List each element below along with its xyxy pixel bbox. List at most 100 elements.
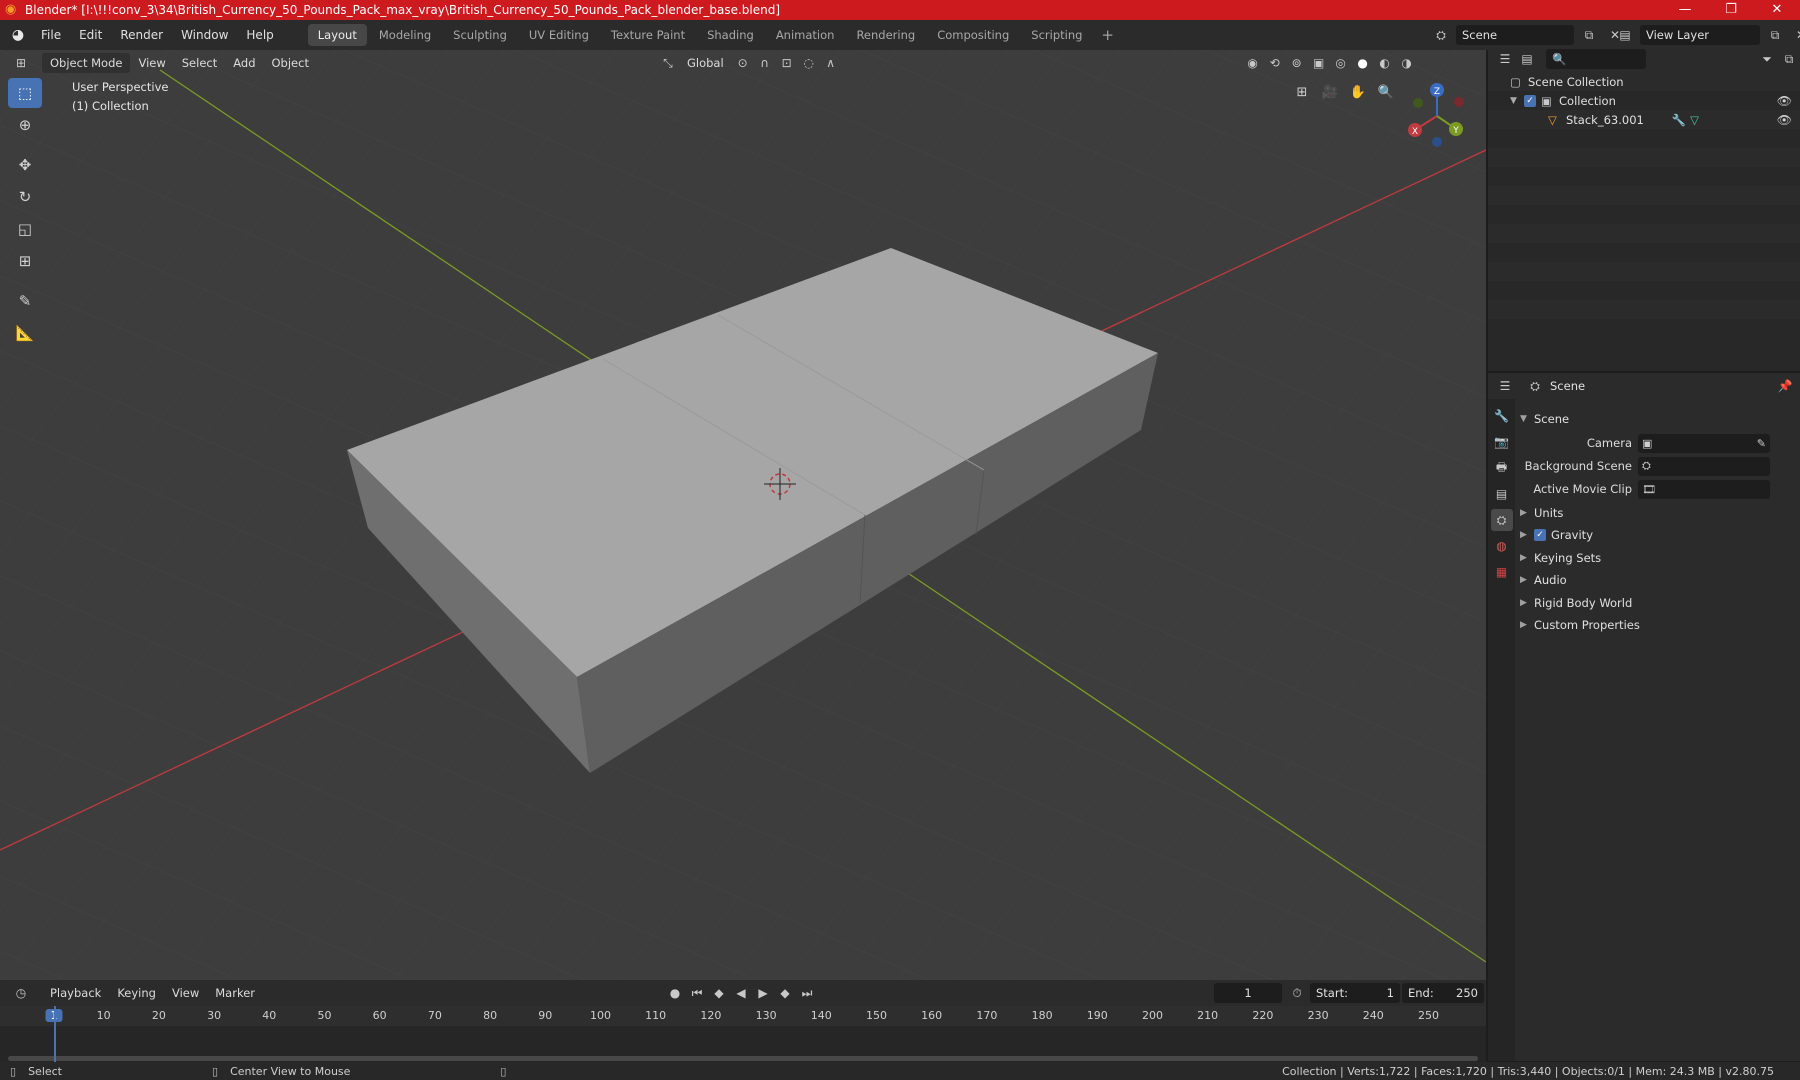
menu-help[interactable]: Help [237, 20, 282, 50]
record-icon[interactable]: ● [664, 983, 686, 1003]
editor-type-icon[interactable]: ⊞ [10, 53, 32, 73]
timeline-menu-playback[interactable]: Playback [42, 983, 109, 1003]
add-workspace-icon[interactable]: + [1093, 26, 1122, 44]
outliner-search-input[interactable]: 🔍 [1546, 49, 1646, 69]
outliner-editor-type-icon[interactable]: ☰ [1494, 49, 1516, 69]
timeline-menu-keying[interactable]: Keying [109, 983, 164, 1003]
keying-sets-panel[interactable]: ▶ Keying Sets [1520, 548, 1796, 568]
scene-selector[interactable]: Scene [1456, 25, 1574, 45]
jump-end-icon[interactable]: ⏭ [796, 983, 818, 1003]
measure-tool-icon[interactable]: 📐 [8, 318, 42, 348]
3d-viewport[interactable]: X Y Z ⊞ Object Mode View Select Add Obje… [0, 50, 1486, 980]
tab-shading[interactable]: Shading [697, 24, 764, 46]
zoom-view-icon[interactable]: 🔍 [1374, 80, 1398, 104]
view-layer-tab-icon[interactable]: ▤ [1491, 483, 1513, 505]
tab-animation[interactable]: Animation [766, 24, 845, 46]
new-scene-icon[interactable]: ⧉ [1578, 25, 1600, 45]
outliner-row-stack-object[interactable]: ▽ Stack_63.001 🔧 ▽ 👁 [1488, 110, 1800, 129]
select-box-tool-icon[interactable]: ⬚ [8, 78, 42, 108]
blender-logo-icon[interactable]: ◕ [10, 27, 26, 43]
viewport-menu-object[interactable]: Object [264, 53, 317, 73]
prev-keyframe-icon[interactable]: ◆ [708, 983, 730, 1003]
transform-tool-icon[interactable]: ⊞ [8, 246, 42, 276]
pan-view-icon[interactable]: ✋ [1346, 80, 1370, 104]
rigid-body-world-panel[interactable]: ▶ Rigid Body World [1520, 593, 1796, 613]
filter-icon[interactable]: ⏷ [1756, 49, 1778, 69]
pin-icon[interactable]: 📌 [1774, 376, 1796, 396]
annotate-tool-icon[interactable]: ✎ [8, 286, 42, 316]
object-visibility-eye-icon[interactable]: 👁 [1777, 113, 1792, 127]
menu-render[interactable]: Render [111, 20, 172, 50]
tab-rendering[interactable]: Rendering [846, 24, 925, 46]
viewport-menu-add[interactable]: Add [225, 53, 263, 73]
units-panel[interactable]: ▶ Units [1520, 503, 1796, 523]
render-tab-icon[interactable]: 📷 [1491, 431, 1513, 453]
transform-orientation-dropdown[interactable]: Global [679, 53, 732, 73]
background-scene-field[interactable]: ⛭ [1638, 456, 1770, 476]
visibility-icon[interactable]: ◉ [1242, 53, 1264, 73]
play-reverse-icon[interactable]: ◀ [730, 983, 752, 1003]
view-layer-browse-icon[interactable]: ▤ [1614, 25, 1636, 45]
camera-field[interactable]: ▣ ✎ [1638, 433, 1770, 453]
move-tool-icon[interactable]: ✥ [8, 150, 42, 180]
current-frame-field[interactable]: 1 [1214, 983, 1282, 1003]
collection-checkbox[interactable]: ✓ [1524, 94, 1536, 107]
new-view-layer-icon[interactable]: ⧉ [1764, 25, 1786, 45]
play-icon[interactable]: ▶ [752, 983, 774, 1003]
eyedropper-icon[interactable]: ✎ [1757, 437, 1766, 450]
gizmos-toggle-icon[interactable]: ⟲ [1264, 53, 1286, 73]
proportional-edit-icon[interactable]: ◌ [798, 53, 820, 73]
delete-view-layer-icon[interactable]: ✕ [1790, 25, 1800, 45]
custom-properties-panel[interactable]: ▶ Custom Properties [1520, 615, 1796, 635]
scene-browse-icon[interactable]: ⛭ [1430, 25, 1452, 45]
scene-tab-icon[interactable]: ⛭ [1490, 509, 1513, 531]
cursor-tool-icon[interactable]: ⊕ [8, 110, 42, 140]
camera-view-icon[interactable]: 🎥 [1318, 80, 1342, 104]
scale-tool-icon[interactable]: ◱ [8, 214, 42, 244]
material-shading-icon[interactable]: ◐ [1374, 53, 1396, 73]
output-tab-icon[interactable]: 🖶 [1491, 457, 1513, 479]
snap-magnet-icon[interactable]: ∩ [754, 53, 776, 73]
object-mode-dropdown[interactable]: Object Mode [42, 53, 131, 73]
outliner-row-scene-collection[interactable]: ▢ Scene Collection [1488, 72, 1800, 91]
tab-layout[interactable]: Layout [307, 24, 367, 46]
toggle-camera-view-icon[interactable]: ⊞ [1290, 80, 1314, 104]
tab-uv-editing[interactable]: UV Editing [519, 24, 599, 46]
tool-settings-tab-icon[interactable]: 🔧 [1491, 405, 1513, 427]
close-button[interactable]: ✕ [1754, 0, 1800, 20]
jump-start-icon[interactable]: ⏮ [686, 983, 708, 1003]
audio-panel[interactable]: ▶ Audio [1520, 570, 1796, 590]
viewport-menu-view[interactable]: View [130, 53, 173, 73]
maximize-button[interactable]: ❐ [1708, 0, 1754, 20]
timeline-menu-marker[interactable]: Marker [207, 983, 263, 1003]
timeline-track-area[interactable] [0, 1026, 1486, 1062]
viewport-menu-select[interactable]: Select [174, 53, 225, 73]
start-frame-field[interactable]: Start: 1 [1310, 983, 1400, 1003]
display-mode-icon[interactable]: ▤ [1516, 49, 1538, 69]
tab-compositing[interactable]: Compositing [927, 24, 1019, 46]
gravity-panel[interactable]: ▶ ✓ Gravity [1520, 525, 1796, 545]
tab-modeling[interactable]: Modeling [369, 24, 441, 46]
timeline-ruler[interactable]: 1102030405060708090100110120130140150160… [0, 1006, 1486, 1026]
tab-texture-paint[interactable]: Texture Paint [601, 24, 695, 46]
collection-visibility-eye-icon[interactable]: 👁 [1777, 94, 1792, 108]
gravity-checkbox[interactable]: ✓ [1534, 529, 1546, 541]
menu-edit[interactable]: Edit [70, 20, 111, 50]
solid-shading-icon[interactable]: ● [1352, 53, 1374, 73]
end-frame-field[interactable]: End: 250 [1402, 983, 1484, 1003]
playhead[interactable] [54, 1006, 56, 1062]
wireframe-shading-icon[interactable]: ◎ [1330, 53, 1352, 73]
next-keyframe-icon[interactable]: ◆ [774, 983, 796, 1003]
menu-window[interactable]: Window [172, 20, 237, 50]
new-collection-icon[interactable]: ⧉ [1778, 49, 1800, 69]
xray-toggle-icon[interactable]: ▣ [1308, 53, 1330, 73]
world-tab-icon[interactable]: ◍ [1491, 535, 1513, 557]
scene-panel-header[interactable]: ▼ Scene [1520, 409, 1796, 429]
expand-chevron-icon[interactable]: ▼ [1510, 96, 1524, 106]
active-movie-clip-field[interactable]: 🎞 [1638, 479, 1770, 499]
view-layer-selector[interactable]: View Layer [1640, 25, 1760, 45]
outliner-row-collection[interactable]: ▼ ✓ ▣ Collection 👁 [1488, 91, 1800, 110]
timeline-menu-view[interactable]: View [164, 983, 207, 1003]
transform-orientation-icon[interactable]: ⤡ [657, 53, 679, 73]
falloff-curve-icon[interactable]: ∧ [820, 53, 842, 73]
